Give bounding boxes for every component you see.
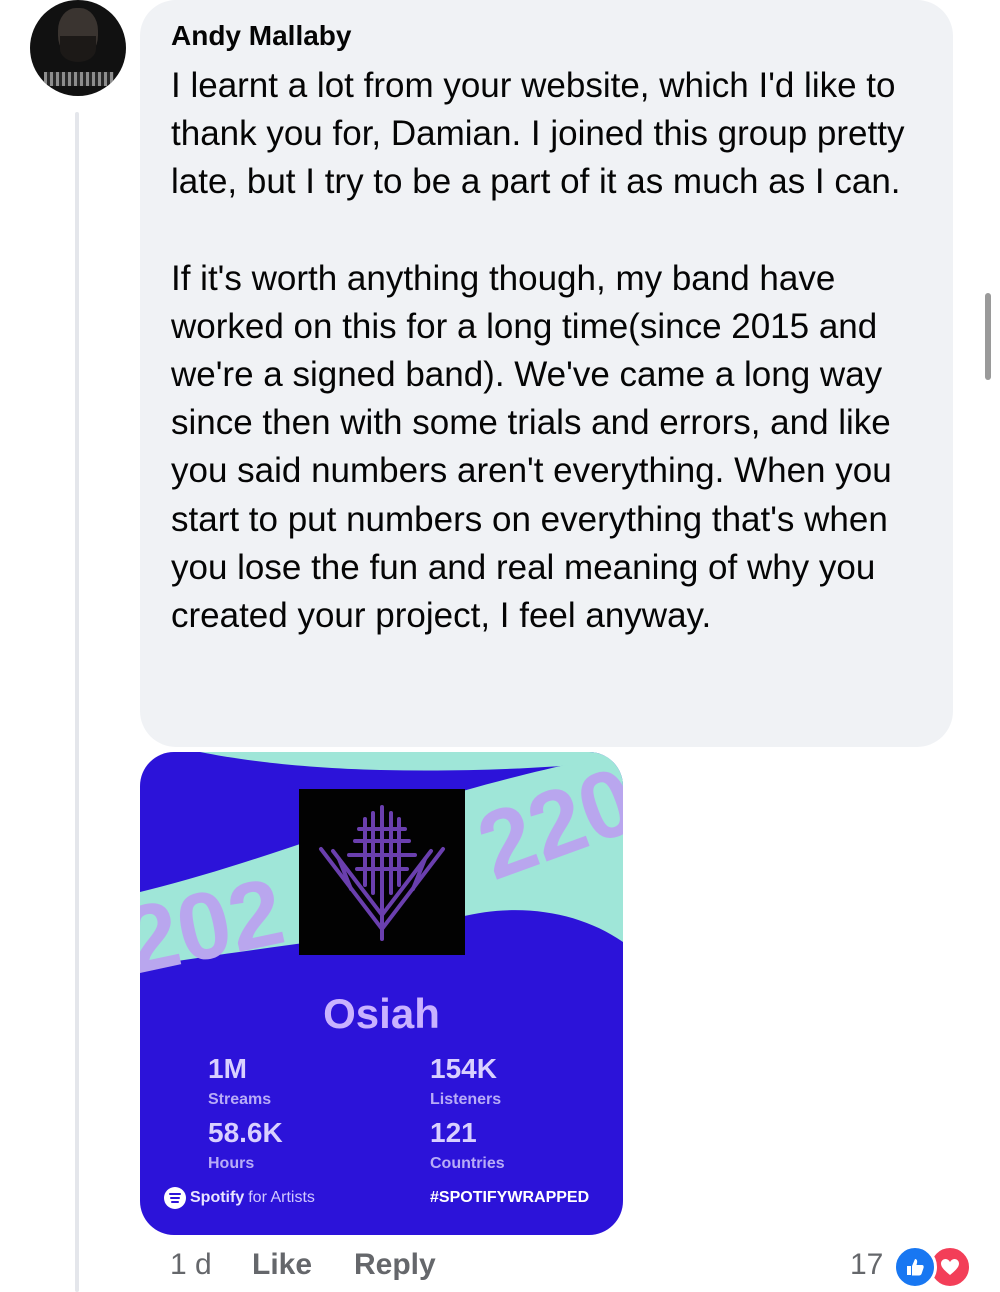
reply-button[interactable]: Reply <box>354 1248 436 1282</box>
countries-value: 121 <box>430 1117 477 1148</box>
scrollbar[interactable] <box>985 293 991 380</box>
countries-label: Countries <box>430 1155 505 1172</box>
like-icon[interactable] <box>893 1245 937 1289</box>
band-logo-icon <box>319 805 445 941</box>
streams-value: 1M <box>208 1053 247 1084</box>
thumbs-up-icon <box>907 1259 924 1276</box>
album-art <box>299 789 465 955</box>
avatar-beard <box>60 36 96 62</box>
spotify-logo-icon <box>164 1187 186 1209</box>
comment-bubble: Andy Mallaby I learnt a lot from your we… <box>140 0 953 747</box>
comment-text: I learnt a lot from your website, which … <box>171 62 941 640</box>
comment-paragraph: I learnt a lot from your website, which … <box>171 66 905 202</box>
wrapped-hashtag: #SPOTIFYWRAPPED <box>430 1189 590 1206</box>
hours-value: 58.6K <box>208 1117 283 1148</box>
spotify-for-artists-brand: Spotify for Artists <box>164 1187 315 1209</box>
hours-label: Hours <box>208 1155 255 1172</box>
listeners-value: 154K <box>430 1053 497 1084</box>
artist-name: Osiah <box>323 990 440 1037</box>
spotify-wrapped-image[interactable]: 202 220 Osiah 1M Streams 154K Listeners … <box>140 752 623 1235</box>
avatar-shirt-pattern <box>44 72 114 86</box>
like-button[interactable]: Like <box>252 1248 312 1282</box>
svg-text:202: 202 <box>140 858 293 995</box>
comment-author[interactable]: Andy Mallaby <box>171 20 351 52</box>
heart-icon <box>941 1259 959 1275</box>
reaction-count[interactable]: 17 <box>850 1248 883 1282</box>
author-avatar[interactable] <box>30 0 126 96</box>
spotify-brand-suffix: for Artists <box>248 1189 315 1206</box>
listeners-label: Listeners <box>430 1091 502 1108</box>
comment-paragraph: If it's worth anything though, my band h… <box>171 258 892 636</box>
thread-line <box>75 112 79 1292</box>
spotify-brand-name: Spotify <box>190 1189 245 1206</box>
streams-label: Streams <box>208 1091 272 1108</box>
comment-timestamp[interactable]: 1 d <box>170 1248 212 1282</box>
